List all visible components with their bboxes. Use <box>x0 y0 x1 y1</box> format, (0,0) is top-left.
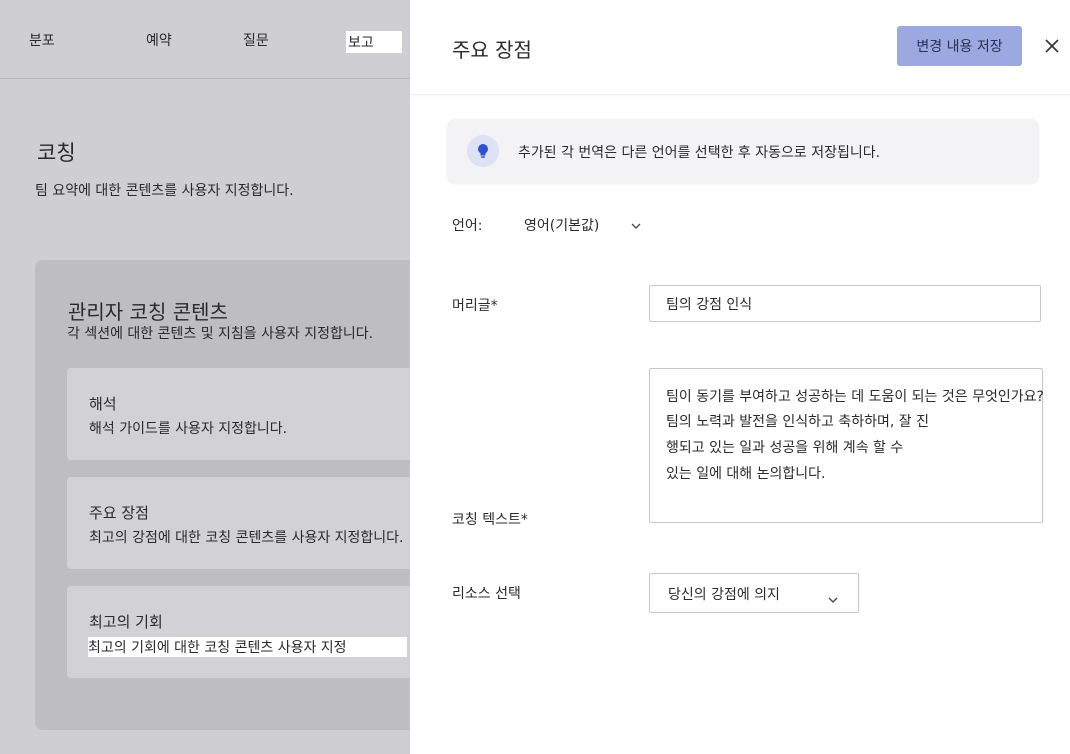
card-interpretation[interactable] <box>67 368 447 460</box>
card-title: 해석 <box>89 395 117 413</box>
language-label: 언어: <box>452 218 483 234</box>
drawer-header: 주요 장점 변경 내용 저장 <box>410 0 1070 95</box>
drawer-title: 주요 장점 <box>452 38 532 62</box>
heading-label: 머리글* <box>452 298 498 314</box>
section-title: 코칭 <box>37 141 76 165</box>
nav-tab-schedule[interactable]: 예약 <box>146 30 172 50</box>
top-navigation: 분포 예약 질문 보고 <box>0 0 410 79</box>
card-title: 최고의 기회 <box>89 613 163 631</box>
card-subtitle: 최고의 강점에 대한 코칭 콘텐츠를 사용자 지정합니다. <box>89 530 404 546</box>
coaching-text-label: 코칭 텍스트* <box>452 512 528 528</box>
coaching-text-line: 있는 일에 대해 논의합니다. <box>666 466 826 482</box>
save-changes-button[interactable]: 변경 내용 저장 <box>897 26 1022 66</box>
coaching-text-area[interactable]: 팀이 동기를 부여하고 성공하는 데 도움이 되는 것은 무엇인가요? 팀의 노… <box>649 368 1044 523</box>
coaching-panel-title: 관리자 코칭 콘텐츠 <box>68 300 228 324</box>
card-title: 주요 장점 <box>89 504 149 522</box>
card-key-strengths[interactable] <box>67 477 447 569</box>
chevron-down-icon <box>828 588 838 607</box>
resource-label: 리소스 선택 <box>452 586 521 602</box>
chevron-down-icon <box>631 217 641 233</box>
language-dropdown[interactable]: 영어(기본값) <box>524 215 641 235</box>
card-subtitle: 해석 가이드를 사용자 지정합니다. <box>89 421 288 437</box>
resource-dropdown[interactable]: 당신의 강점에 의지 <box>649 573 859 613</box>
heading-input[interactable] <box>649 285 1041 322</box>
nav-tab-questions[interactable]: 질문 <box>243 30 269 50</box>
card-subtitle: 최고의 기회에 대한 코칭 콘텐츠 사용자 지정 <box>88 637 407 657</box>
resource-value: 당신의 강점에 의지 <box>668 587 780 603</box>
info-text: 추가된 각 번역은 다른 언어를 선택한 후 자동으로 저장됩니다. <box>518 145 881 161</box>
card-top-opportunities[interactable] <box>67 586 447 678</box>
language-value: 영어(기본값) <box>524 218 600 234</box>
coaching-text-line: 팀의 노력과 발전을 인식하고 축하하며, 잘 진 <box>666 414 929 430</box>
lightbulb-icon <box>467 135 499 167</box>
coaching-text-line: 팀이 동기를 부여하고 성공하는 데 도움이 되는 것은 무엇인가요? <box>666 389 1044 405</box>
section-subtitle: 팀 요약에 대한 콘텐츠를 사용자 지정합니다. <box>35 183 294 199</box>
info-banner: 추가된 각 번역은 다른 언어를 선택한 후 자동으로 저장됩니다. <box>447 119 1039 183</box>
edit-drawer: 주요 장점 변경 내용 저장 추가된 각 번역은 다른 언어를 선택한 후 자동… <box>410 0 1070 754</box>
coaching-text-line: 행되고 있는 일과 성공을 위해 계속 할 수 <box>666 440 904 456</box>
nav-tab-distribution[interactable]: 분포 <box>29 30 55 50</box>
nav-tab-reports[interactable]: 보고 <box>346 31 402 53</box>
coaching-panel-subtitle: 각 섹션에 대한 콘텐츠 및 지침을 사용자 지정합니다. <box>67 326 374 342</box>
close-icon[interactable] <box>1042 36 1062 56</box>
